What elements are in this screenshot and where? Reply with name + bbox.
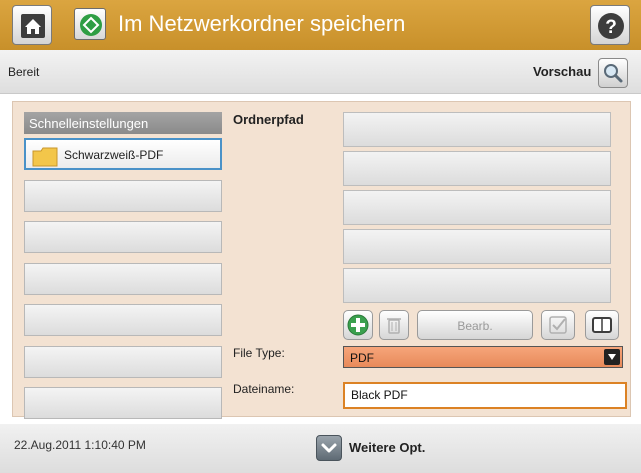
quick-settings-list: Schnelleinstellungen Schwarzweiß-PDF: [24, 112, 222, 419]
dropdown-arrow-icon: [604, 349, 620, 365]
folder-path-row[interactable]: [343, 268, 611, 303]
page-title: Im Netzwerkordner speichern: [118, 11, 406, 36]
file-type-label: File Type:: [233, 346, 285, 360]
timestamp: 22.Aug.2011 1:10:40 PM: [14, 438, 146, 452]
delete-button[interactable]: [379, 310, 409, 340]
quick-setting-slot[interactable]: [24, 180, 222, 212]
footer-bar: 22.Aug.2011 1:10:40 PM Weitere Opt.: [0, 424, 641, 473]
title-bar: Im Netzwerkordner speichern ?: [0, 0, 641, 50]
network-folder-save-icon: [74, 8, 106, 40]
home-button[interactable]: [12, 5, 52, 45]
quick-setting-slot[interactable]: [24, 304, 222, 336]
folder-path-row[interactable]: [343, 190, 611, 225]
quick-setting-label: Schwarzweiß-PDF: [64, 148, 164, 162]
magnifier-icon: [604, 64, 623, 83]
file-type-value: PDF: [350, 351, 374, 365]
more-options-label[interactable]: Weitere Opt.: [349, 440, 425, 455]
address-book-icon: [592, 317, 612, 333]
filename-input[interactable]: Black PDF: [343, 382, 627, 409]
status-text: Bereit: [8, 65, 40, 79]
home-icon: [21, 14, 45, 38]
preview-button[interactable]: [598, 58, 628, 88]
more-options-button[interactable]: [316, 435, 342, 461]
folder-path-label: Ordnerpfad: [233, 112, 304, 127]
main-panel: Schnelleinstellungen Schwarzweiß-PDF Ord…: [12, 101, 631, 419]
filename-label: Dateiname:: [233, 382, 295, 396]
folder-path-row[interactable]: [343, 229, 611, 264]
folder-path-row[interactable]: [343, 151, 611, 186]
edit-button[interactable]: Bearb.: [417, 310, 533, 340]
add-button[interactable]: [343, 310, 373, 340]
confirm-button[interactable]: [541, 310, 575, 340]
file-type-select[interactable]: PDF: [343, 346, 623, 368]
quick-setting-slot[interactable]: [24, 263, 222, 295]
quick-setting-slot[interactable]: [24, 346, 222, 378]
checkmark-icon: [549, 316, 567, 334]
trash-icon: [387, 318, 401, 334]
quick-settings-title: Schnelleinstellungen: [24, 112, 222, 134]
plus-icon: [347, 314, 369, 336]
address-book-button[interactable]: [585, 310, 619, 340]
status-bar: Bereit Vorschau: [0, 50, 641, 94]
folder-icon: [32, 147, 58, 167]
folder-path-row[interactable]: [343, 112, 611, 147]
preview-label: Vorschau: [533, 64, 592, 79]
svg-text:?: ?: [605, 17, 617, 38]
quick-setting-slot[interactable]: [24, 387, 222, 419]
quick-setting-item[interactable]: Schwarzweiß-PDF: [24, 138, 222, 170]
help-icon: ?: [598, 13, 624, 39]
help-button[interactable]: ?: [590, 5, 630, 45]
chevron-down-icon: [321, 443, 337, 453]
quick-setting-slot[interactable]: [24, 221, 222, 253]
